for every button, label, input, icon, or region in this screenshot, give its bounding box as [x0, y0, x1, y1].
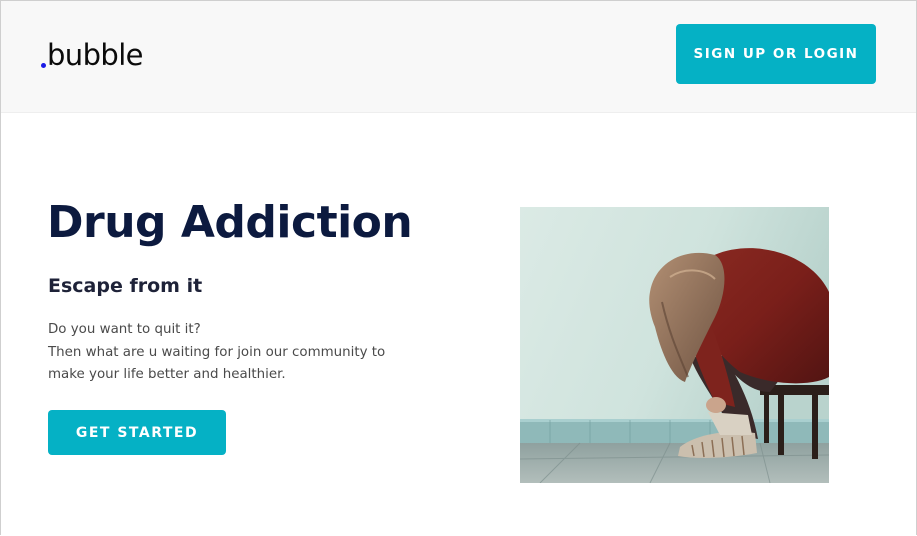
get-started-button[interactable]: GET STARTED [48, 410, 226, 455]
hero-subtitle: Escape from it [48, 275, 203, 297]
hero-title: Drug Addiction [47, 197, 413, 248]
page: bubble SIGN UP OR LOGIN Drug Addiction E… [0, 0, 917, 535]
hero-description-line: Then what are u waiting for join our com… [48, 344, 386, 360]
hero-image [520, 207, 829, 483]
bubble-logo[interactable]: bubble [41, 35, 144, 75]
hero-description: Do you want to quit it? Then what are u … [48, 319, 408, 387]
sad-person-photo [520, 207, 829, 483]
sign-up-or-login-button[interactable]: SIGN UP OR LOGIN [676, 24, 876, 84]
hero-description-line: make your life better and healthier. [48, 367, 286, 382]
top-header: bubble SIGN UP OR LOGIN [1, 1, 916, 113]
logo-text: bubble [47, 38, 144, 72]
logo-dot-icon [41, 63, 46, 68]
hero-description-line: Do you want to quit it? [48, 322, 201, 337]
